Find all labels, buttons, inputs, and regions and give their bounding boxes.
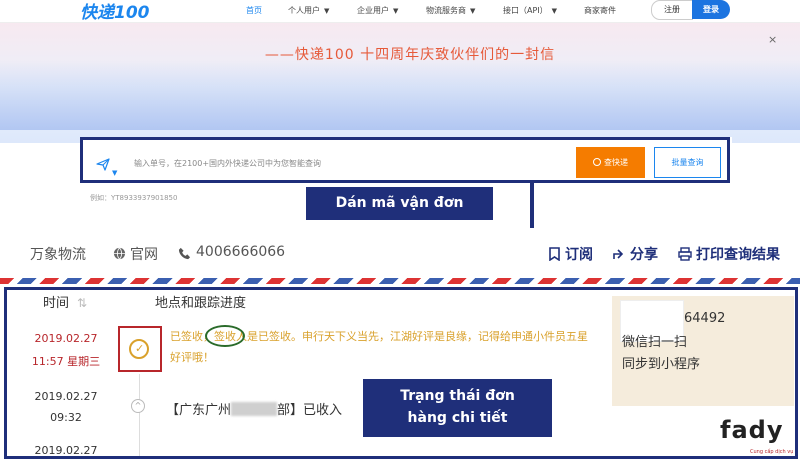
nav-item-merchant[interactable]: 商家寄件 (584, 5, 616, 16)
search-highlight-frame (80, 137, 730, 183)
carrier-name: 万象物流 (30, 247, 86, 263)
chevron-down-icon: ▼ (551, 7, 558, 15)
print-button[interactable]: 打印查询结果 (678, 244, 780, 264)
banner-close-icon[interactable]: × (768, 33, 777, 46)
login-button[interactable]: 登录 (692, 0, 730, 19)
banner-title: ——快递100 十四周年庆致伙伴们的一封信 (264, 47, 556, 63)
chevron-down-icon: ▼ (470, 7, 476, 15)
share-button[interactable]: 分享 (612, 244, 658, 264)
banner-decoration (0, 60, 800, 130)
paste-callout: Dán mã vận đơn (306, 187, 493, 220)
carrier-phone[interactable]: 4006666066 (196, 244, 285, 260)
chevron-down-icon: ▼ (324, 7, 330, 15)
share-icon (613, 249, 624, 259)
details-highlight-frame (4, 287, 798, 459)
kuaidi100-logo[interactable]: 快递100 (80, 0, 150, 23)
globe-icon (113, 247, 126, 260)
example-number: 例如：YT8933937901850 (90, 194, 178, 202)
nav-item-home[interactable]: 首页 (246, 5, 262, 16)
nav-item-enterprise[interactable]: 企业用户 ▼ (357, 5, 398, 16)
chevron-down-icon: ▼ (393, 7, 399, 15)
nav-item-logistics[interactable]: 物流服务商 ▼ (426, 5, 475, 16)
bookmark-icon (549, 247, 560, 262)
register-button[interactable]: 注册 (651, 0, 693, 20)
official-website-link[interactable]: 官网 (130, 244, 158, 264)
nav-item-personal[interactable]: 个人用户 ▼ (288, 5, 329, 16)
printer-icon (678, 247, 692, 261)
nav-item-api[interactable]: 接口（API） ▼ (503, 5, 557, 16)
phone-icon (178, 247, 191, 260)
subscribe-button[interactable]: 订阅 (548, 244, 593, 264)
